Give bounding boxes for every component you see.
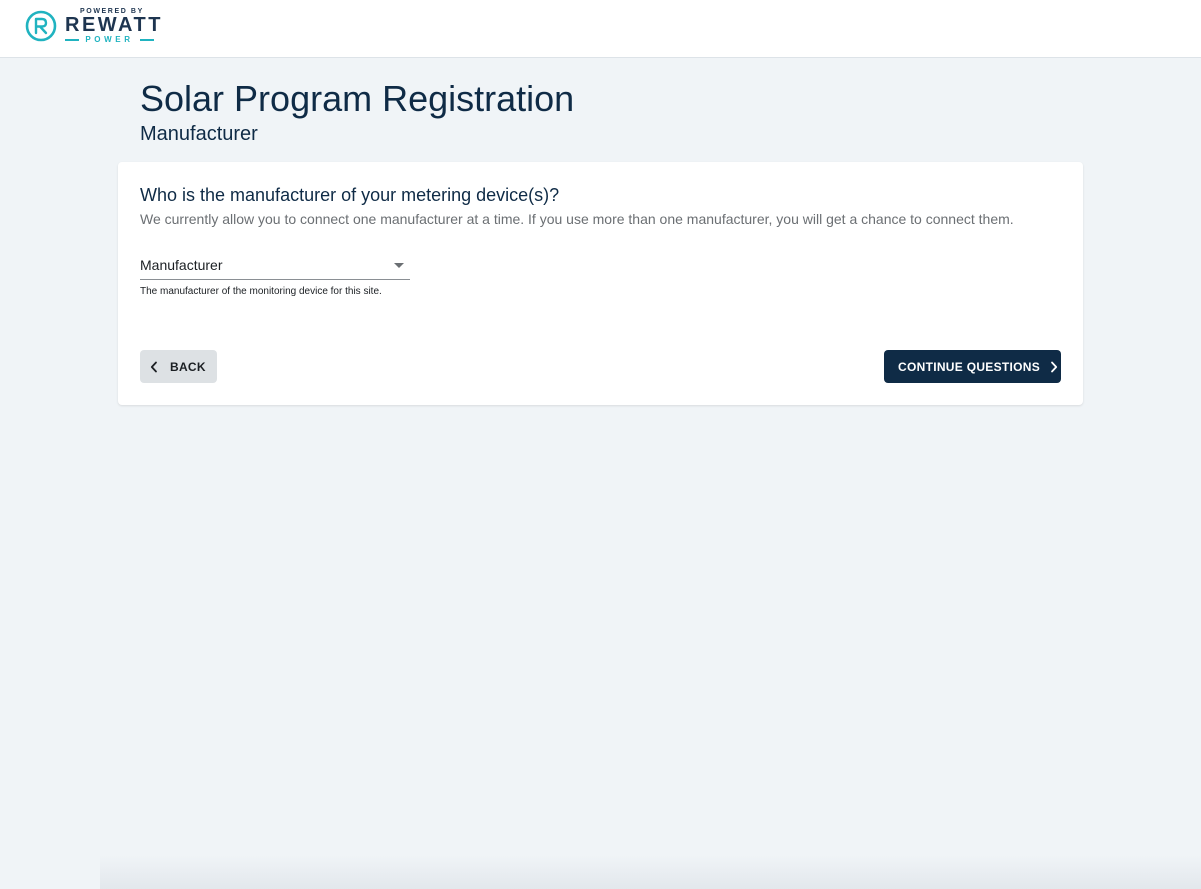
rewatt-power-logo[interactable]: POWERED BY REWATT POWER: [25, 8, 160, 44]
chevron-right-icon: [1051, 361, 1058, 372]
logo-line-left: [65, 39, 79, 41]
caret-down-icon: [394, 263, 404, 268]
page-subtitle: Manufacturer: [140, 123, 258, 145]
back-button-label: BACK: [170, 359, 206, 374]
logo-sub-text: POWER: [85, 35, 134, 44]
logo-line-right: [140, 39, 154, 41]
bottom-shadow: [100, 855, 1201, 889]
manufacturer-select[interactable]: Manufacturer: [140, 255, 410, 280]
logo-brand: REWATT: [65, 14, 163, 36]
manufacturer-select-value: Manufacturer: [140, 257, 223, 273]
chevron-left-icon: [150, 361, 157, 372]
question-heading: Who is the manufacturer of your metering…: [140, 185, 560, 205]
continue-button-label: CONTINUE QUESTIONS: [898, 359, 1041, 374]
rewatt-r-icon: [25, 10, 57, 42]
question-description: We currently allow you to connect one ma…: [140, 211, 1014, 227]
back-button[interactable]: BACK: [140, 350, 217, 383]
manufacturer-card: Who is the manufacturer of your metering…: [118, 162, 1083, 405]
logo-sub: POWER: [65, 35, 154, 45]
page-title: Solar Program Registration: [140, 78, 575, 119]
manufacturer-helper-text: The manufacturer of the monitoring devic…: [140, 286, 382, 297]
top-header: POWERED BY REWATT POWER: [0, 0, 1201, 58]
continue-questions-button[interactable]: CONTINUE QUESTIONS: [884, 350, 1061, 383]
